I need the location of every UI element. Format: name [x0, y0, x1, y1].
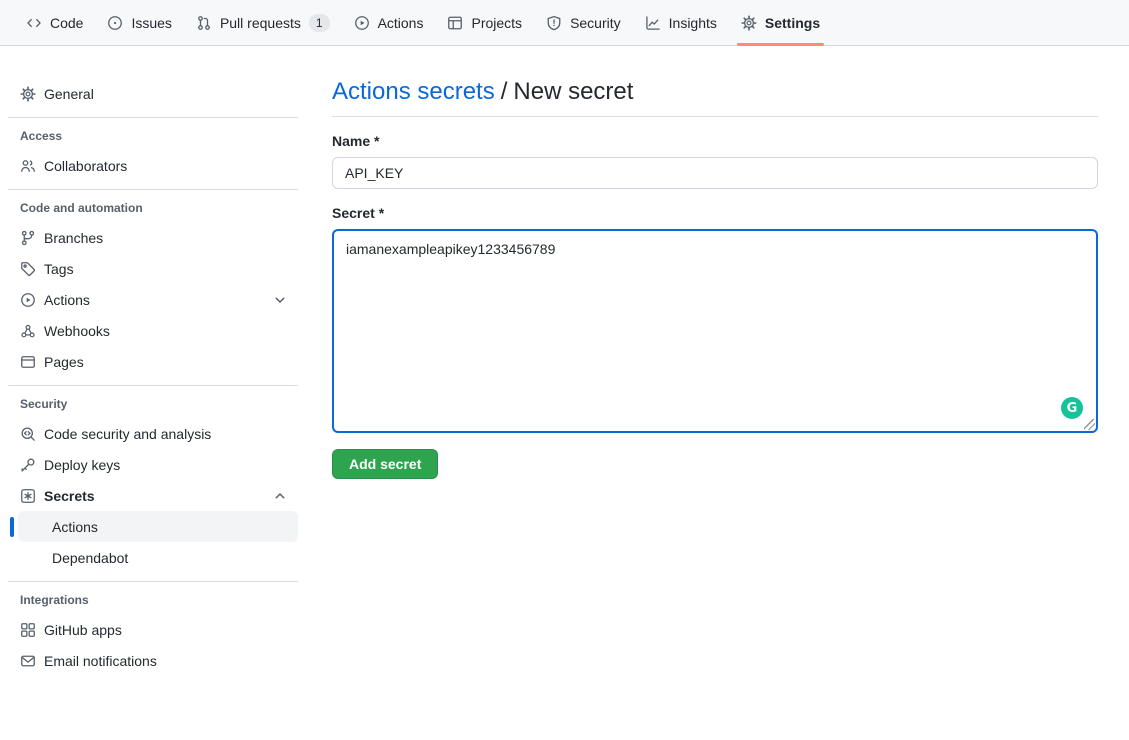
textarea-resize-handle[interactable]	[1084, 419, 1095, 430]
sidebar-item-label: General	[44, 86, 94, 102]
sidebar-divider	[8, 189, 298, 190]
mail-icon	[20, 653, 36, 669]
sidebar-section-header-security: Security	[8, 396, 298, 412]
play-icon	[20, 292, 36, 308]
sidebar-item-actions[interactable]: Actions	[8, 284, 298, 315]
gear-icon	[20, 86, 36, 102]
sidebar-item-github-apps[interactable]: GitHub apps	[8, 614, 298, 645]
tab-projects[interactable]: Projects	[437, 0, 532, 45]
repo-nav: Code Issues Pull requests 1 Actions Proj…	[0, 0, 1129, 46]
sidebar-item-branches[interactable]: Branches	[8, 222, 298, 253]
sidebar-item-webhooks[interactable]: Webhooks	[8, 315, 298, 346]
sidebar-divider	[8, 117, 298, 118]
tab-actions[interactable]: Actions	[344, 0, 434, 45]
sidebar-section-header-access: Access	[8, 128, 298, 144]
sidebar-item-label: Email notifications	[44, 653, 157, 669]
secret-textarea-wrap: iamanexampleapikey1233456789 G	[332, 229, 1098, 433]
graph-icon	[645, 15, 661, 31]
tab-security[interactable]: Security	[536, 0, 631, 45]
pull-requests-count-badge: 1	[309, 14, 330, 32]
new-secret-page: Actions secrets/New secret Name * Secret…	[332, 64, 1098, 479]
tab-issues[interactable]: Issues	[97, 0, 181, 45]
add-secret-button[interactable]: Add secret	[332, 449, 438, 479]
sidebar-item-label: Actions	[44, 292, 90, 308]
breadcrumb-separator: /	[501, 78, 508, 105]
sidebar-item-pages[interactable]: Pages	[8, 346, 298, 377]
key-icon	[20, 457, 36, 473]
settings-sidebar: General Access Collaborators Code and au…	[8, 78, 298, 676]
secret-field-label: Secret *	[332, 205, 1098, 221]
tab-insights[interactable]: Insights	[635, 0, 727, 45]
code-icon	[26, 15, 42, 31]
issue-opened-icon	[107, 15, 123, 31]
git-branch-icon	[20, 230, 36, 246]
sidebar-item-secrets[interactable]: Secrets	[8, 480, 298, 511]
browser-icon	[20, 354, 36, 370]
sidebar-section-header-integrations: Integrations	[8, 592, 298, 608]
sidebar-item-label: Deploy keys	[44, 457, 120, 473]
secret-name-input[interactable]	[332, 157, 1098, 189]
tab-pull-requests[interactable]: Pull requests 1	[186, 0, 340, 45]
chevron-up-icon	[272, 488, 288, 504]
chevron-down-icon	[272, 292, 288, 308]
sidebar-divider	[8, 385, 298, 386]
tab-pull-requests-label: Pull requests	[220, 15, 301, 31]
sidebar-item-general[interactable]: General	[8, 78, 298, 109]
sidebar-item-tags[interactable]: Tags	[8, 253, 298, 284]
sidebar-item-collaborators[interactable]: Collaborators	[8, 150, 298, 181]
breadcrumb: Actions secrets/New secret	[332, 76, 1098, 117]
people-icon	[20, 158, 36, 174]
shield-icon	[546, 15, 562, 31]
sidebar-item-label: Pages	[44, 354, 84, 370]
sidebar-item-label: Webhooks	[44, 323, 110, 339]
secrets-sub-items: Actions Dependabot	[18, 511, 298, 573]
name-field-label: Name *	[332, 133, 1098, 149]
tab-code[interactable]: Code	[16, 0, 93, 45]
sidebar-divider	[8, 581, 298, 582]
sidebar-item-deploy-keys[interactable]: Deploy keys	[8, 449, 298, 480]
codescan-icon	[20, 426, 36, 442]
sidebar-subitem-label: Actions	[52, 519, 98, 535]
tab-insights-label: Insights	[669, 15, 717, 31]
grammarly-icon[interactable]: G	[1061, 397, 1083, 419]
sidebar-subitem-label: Dependabot	[52, 550, 128, 566]
play-icon	[354, 15, 370, 31]
page-title: New secret	[513, 78, 633, 105]
sidebar-item-label: Tags	[44, 261, 74, 277]
sidebar-item-label: Branches	[44, 230, 103, 246]
sidebar-item-label: Code security and analysis	[44, 426, 211, 442]
sidebar-subitem-dependabot-secrets[interactable]: Dependabot	[18, 542, 298, 573]
tab-actions-label: Actions	[378, 15, 424, 31]
sidebar-section-header-code-automation: Code and automation	[8, 200, 298, 216]
sidebar-item-code-security[interactable]: Code security and analysis	[8, 418, 298, 449]
tag-icon	[20, 261, 36, 277]
gear-icon	[741, 15, 757, 31]
tab-projects-label: Projects	[471, 15, 522, 31]
tab-settings-label: Settings	[765, 15, 820, 31]
sidebar-item-label: Collaborators	[44, 158, 127, 174]
secret-value-textarea[interactable]: iamanexampleapikey1233456789	[332, 229, 1098, 433]
apps-icon	[20, 622, 36, 638]
sidebar-item-email-notifications[interactable]: Email notifications	[8, 645, 298, 676]
sidebar-item-label: GitHub apps	[44, 622, 122, 638]
sidebar-item-label: Secrets	[44, 488, 95, 504]
actions-secrets-link[interactable]: Actions secrets	[332, 78, 495, 105]
table-icon	[447, 15, 463, 31]
asterisk-box-icon	[20, 488, 36, 504]
tab-code-label: Code	[50, 15, 83, 31]
tab-settings[interactable]: Settings	[731, 0, 830, 45]
tab-security-label: Security	[570, 15, 621, 31]
tab-issues-label: Issues	[131, 15, 171, 31]
git-pull-request-icon	[196, 15, 212, 31]
webhook-icon	[20, 323, 36, 339]
sidebar-subitem-actions-secrets[interactable]: Actions	[18, 511, 298, 542]
